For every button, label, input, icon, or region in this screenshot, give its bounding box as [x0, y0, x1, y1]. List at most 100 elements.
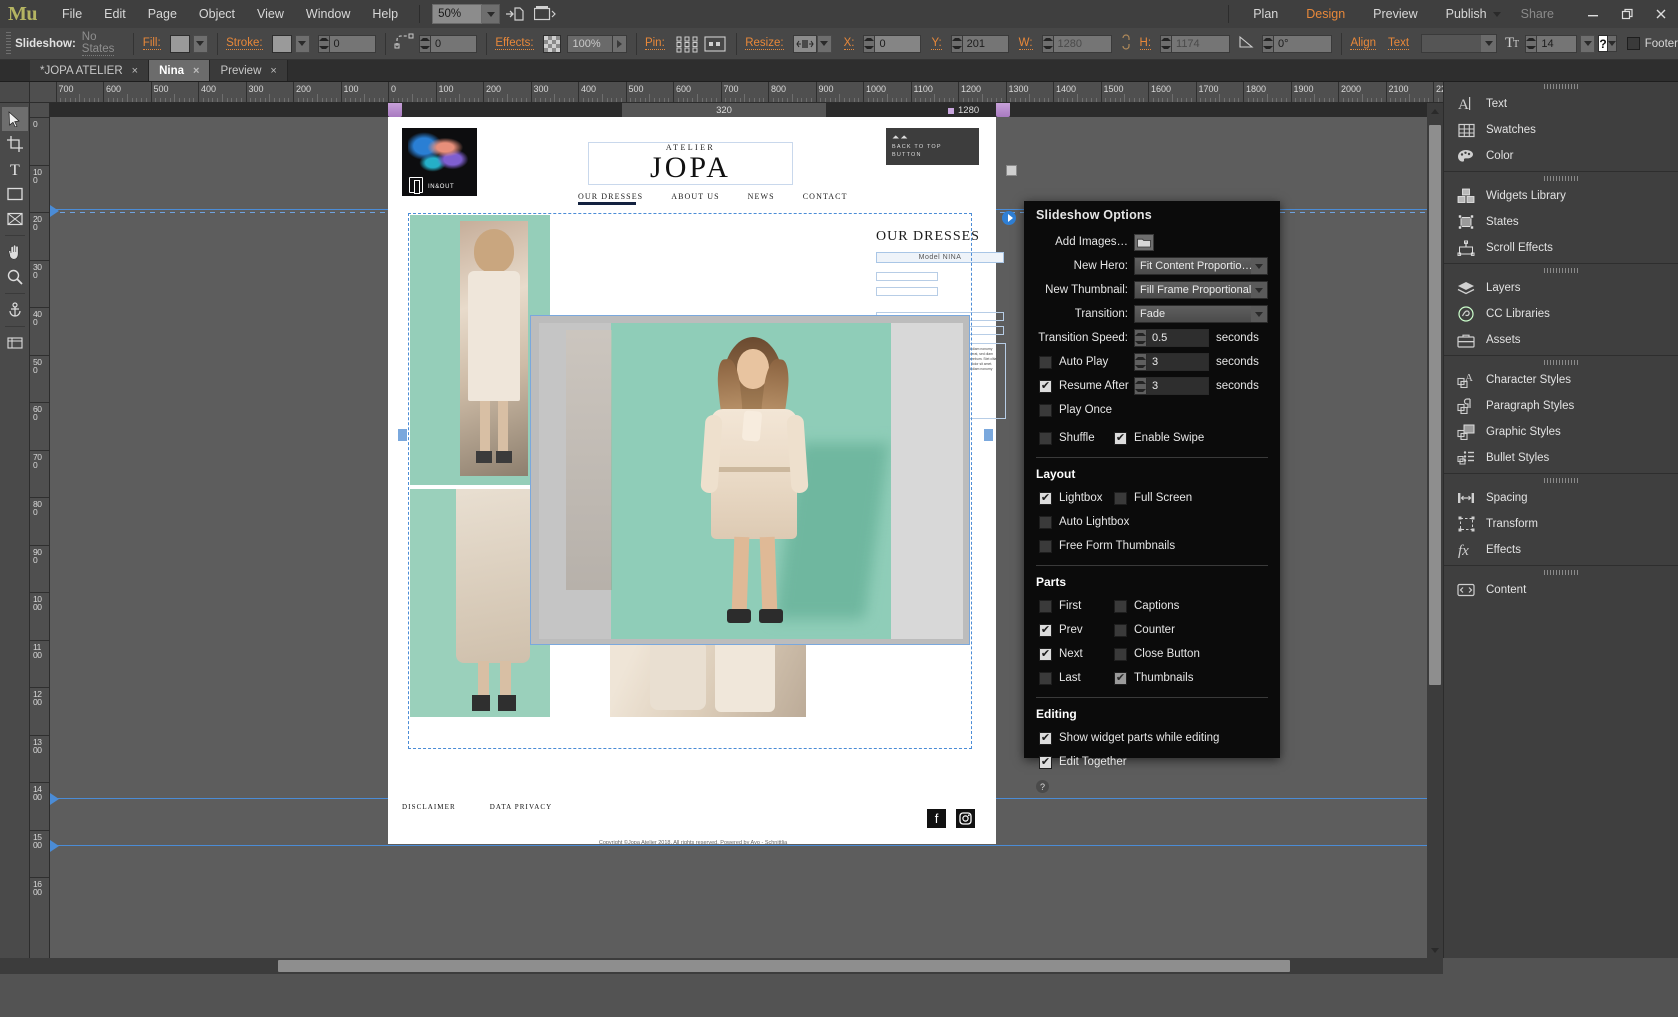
resize-chevron-icon[interactable] — [816, 34, 832, 53]
text-button[interactable]: Text — [1387, 37, 1410, 50]
show-widget-parts-checkbox[interactable] — [1039, 731, 1052, 745]
close-button-checkbox-row[interactable]: Close Button — [1114, 647, 1200, 661]
h-spinner[interactable] — [1160, 34, 1173, 53]
pin-grid-icon[interactable] — [674, 34, 700, 54]
menu-edit[interactable]: Edit — [93, 3, 137, 25]
site-logo[interactable]: IN&OUT — [402, 128, 477, 196]
preview-device-icon[interactable] — [530, 3, 560, 25]
guide-marker-left[interactable] — [50, 205, 59, 217]
dock-group-grip[interactable] — [1444, 82, 1678, 91]
canvas-horizontal-scrollbar[interactable] — [0, 958, 1443, 974]
dock-item-color[interactable]: Color — [1444, 143, 1678, 169]
folder-icon[interactable] — [1134, 233, 1154, 251]
close-button-checkbox[interactable] — [1114, 647, 1127, 661]
instagram-icon[interactable] — [956, 809, 975, 828]
control-bar-grip[interactable] — [6, 31, 12, 56]
states-value[interactable]: No States — [81, 31, 114, 56]
last-checkbox-row[interactable]: Last — [1034, 671, 1114, 685]
menu-object[interactable]: Object — [188, 3, 246, 25]
tab-close-icon[interactable]: × — [270, 65, 276, 77]
page-right-handle[interactable] — [996, 103, 1010, 117]
text-style-chevron-icon[interactable] — [1481, 35, 1497, 52]
text-tool[interactable]: T — [2, 157, 28, 181]
close-icon[interactable] — [1644, 0, 1678, 28]
counter-checkbox-row[interactable]: Counter — [1114, 623, 1175, 637]
zoom-level-select[interactable]: 50% — [432, 4, 501, 24]
dock-group-grip[interactable] — [1444, 358, 1678, 367]
align-button[interactable]: Align — [1350, 37, 1377, 50]
y-value[interactable]: 201 — [962, 34, 1009, 53]
resume-after-value[interactable]: 3 — [1147, 377, 1209, 395]
dock-item-character-styles[interactable]: A Character Styles — [1444, 367, 1678, 393]
resize-mode-select[interactable] — [792, 34, 832, 53]
mode-plan[interactable]: Plan — [1239, 3, 1292, 25]
corner-radius-icon[interactable] — [394, 33, 416, 54]
dock-item-assets[interactable]: Assets — [1444, 327, 1678, 353]
resume-after-checkbox[interactable] — [1039, 379, 1052, 393]
widget-options-handle[interactable] — [1006, 165, 1017, 176]
y-spinner[interactable] — [950, 34, 963, 53]
slideshow-options-panel[interactable]: Slideshow Options Add Images… New Hero: … — [1024, 201, 1280, 793]
free-form-thumbnails-checkbox[interactable] — [1039, 539, 1052, 553]
x-value[interactable]: 0 — [875, 34, 922, 53]
captions-checkbox-row[interactable]: Captions — [1114, 599, 1179, 613]
selection-tool[interactable] — [1, 107, 28, 131]
auto-play-checkbox[interactable] — [1039, 355, 1052, 369]
edit-together-checkbox-row[interactable]: Edit Together — [1034, 755, 1127, 769]
enable-swipe-checkbox-row[interactable]: Enable Swipe — [1114, 431, 1204, 445]
dock-item-graphic-styles[interactable]: Graphic Styles — [1444, 419, 1678, 445]
first-checkbox[interactable] — [1039, 599, 1052, 613]
shuffle-checkbox-row[interactable]: Shuffle — [1034, 431, 1114, 445]
edit-together-checkbox[interactable] — [1039, 755, 1052, 769]
enable-swipe-checkbox[interactable] — [1114, 431, 1127, 445]
show-widget-parts-checkbox-row[interactable]: Show widget parts while editing — [1034, 731, 1219, 745]
screen-size-tool[interactable] — [2, 331, 28, 355]
guide-marker-left[interactable] — [50, 793, 59, 805]
transition-speed-value[interactable]: 0.5 — [1147, 329, 1209, 347]
tab-jopa-atelier[interactable]: *JOPA ATELIER × — [30, 60, 150, 81]
dock-group-grip[interactable] — [1444, 174, 1678, 183]
export-page-icon[interactable] — [500, 3, 530, 25]
prev-checkbox[interactable] — [1039, 623, 1052, 637]
tab-close-icon[interactable]: × — [193, 65, 199, 77]
next-checkbox[interactable] — [1039, 647, 1052, 661]
rectangle-tool[interactable] — [2, 182, 28, 206]
tab-nina[interactable]: Nina × — [149, 60, 211, 81]
dock-item-paragraph-styles[interactable]: Paragraph Styles — [1444, 393, 1678, 419]
effects-swatch[interactable] — [542, 34, 561, 53]
help-button[interactable]: ? — [1598, 35, 1608, 52]
facebook-icon[interactable]: f — [927, 809, 946, 828]
canvas-vertical-scrollbar[interactable] — [1427, 103, 1443, 958]
x-spinner[interactable] — [863, 34, 876, 53]
dock-item-scroll-effects[interactable]: Scroll Effects — [1444, 235, 1678, 261]
site-nav[interactable]: OUR DRESSES ABOUT US NEWS CONTACT — [578, 192, 848, 201]
resume-after-spinner[interactable] — [1134, 377, 1147, 395]
stroke-chevron-icon[interactable] — [294, 34, 310, 53]
menu-help[interactable]: Help — [361, 3, 409, 25]
resize-mode-icon[interactable] — [792, 34, 817, 53]
publish-chevron-icon[interactable] — [1492, 11, 1501, 17]
vertical-ruler[interactable]: 0 100 200 300 400 500 600 700 800 900 1000 1100 1200… — [30, 103, 50, 958]
scroll-up-icon[interactable] — [1427, 103, 1443, 119]
rotation-value[interactable]: 0° — [1274, 34, 1333, 53]
chevron-down-icon[interactable] — [1251, 282, 1267, 298]
font-size-chevron-icon[interactable] — [1580, 34, 1596, 53]
dock-item-transform[interactable]: Transform — [1444, 511, 1678, 537]
mode-design[interactable]: Design — [1292, 3, 1359, 25]
hand-tool[interactable] — [2, 240, 28, 264]
corner-radius-value[interactable]: 0 — [430, 34, 477, 53]
w-value[interactable]: 1280 — [1053, 34, 1112, 53]
zoom-tool[interactable] — [2, 265, 28, 289]
dock-item-widgets-library[interactable]: Widgets Library — [1444, 183, 1678, 209]
stroke-weight-value[interactable]: 0 — [329, 34, 376, 53]
counter-checkbox[interactable] — [1114, 623, 1127, 637]
last-checkbox[interactable] — [1039, 671, 1052, 685]
widget-options-arrow-icon[interactable] — [1002, 211, 1016, 225]
menu-view[interactable]: View — [246, 3, 295, 25]
menu-window[interactable]: Window — [295, 3, 361, 25]
auto-play-checkbox-row[interactable]: Auto Play — [1034, 355, 1134, 369]
stroke-weight-stepper[interactable]: 0 — [317, 34, 376, 53]
dock-item-effects[interactable]: fx Effects — [1444, 537, 1678, 563]
opacity-value[interactable]: 100% — [566, 34, 613, 53]
horizontal-ruler[interactable]: 700 600 500 400 300 200 100 0 100 200 300 400 500 600… — [30, 82, 1473, 103]
